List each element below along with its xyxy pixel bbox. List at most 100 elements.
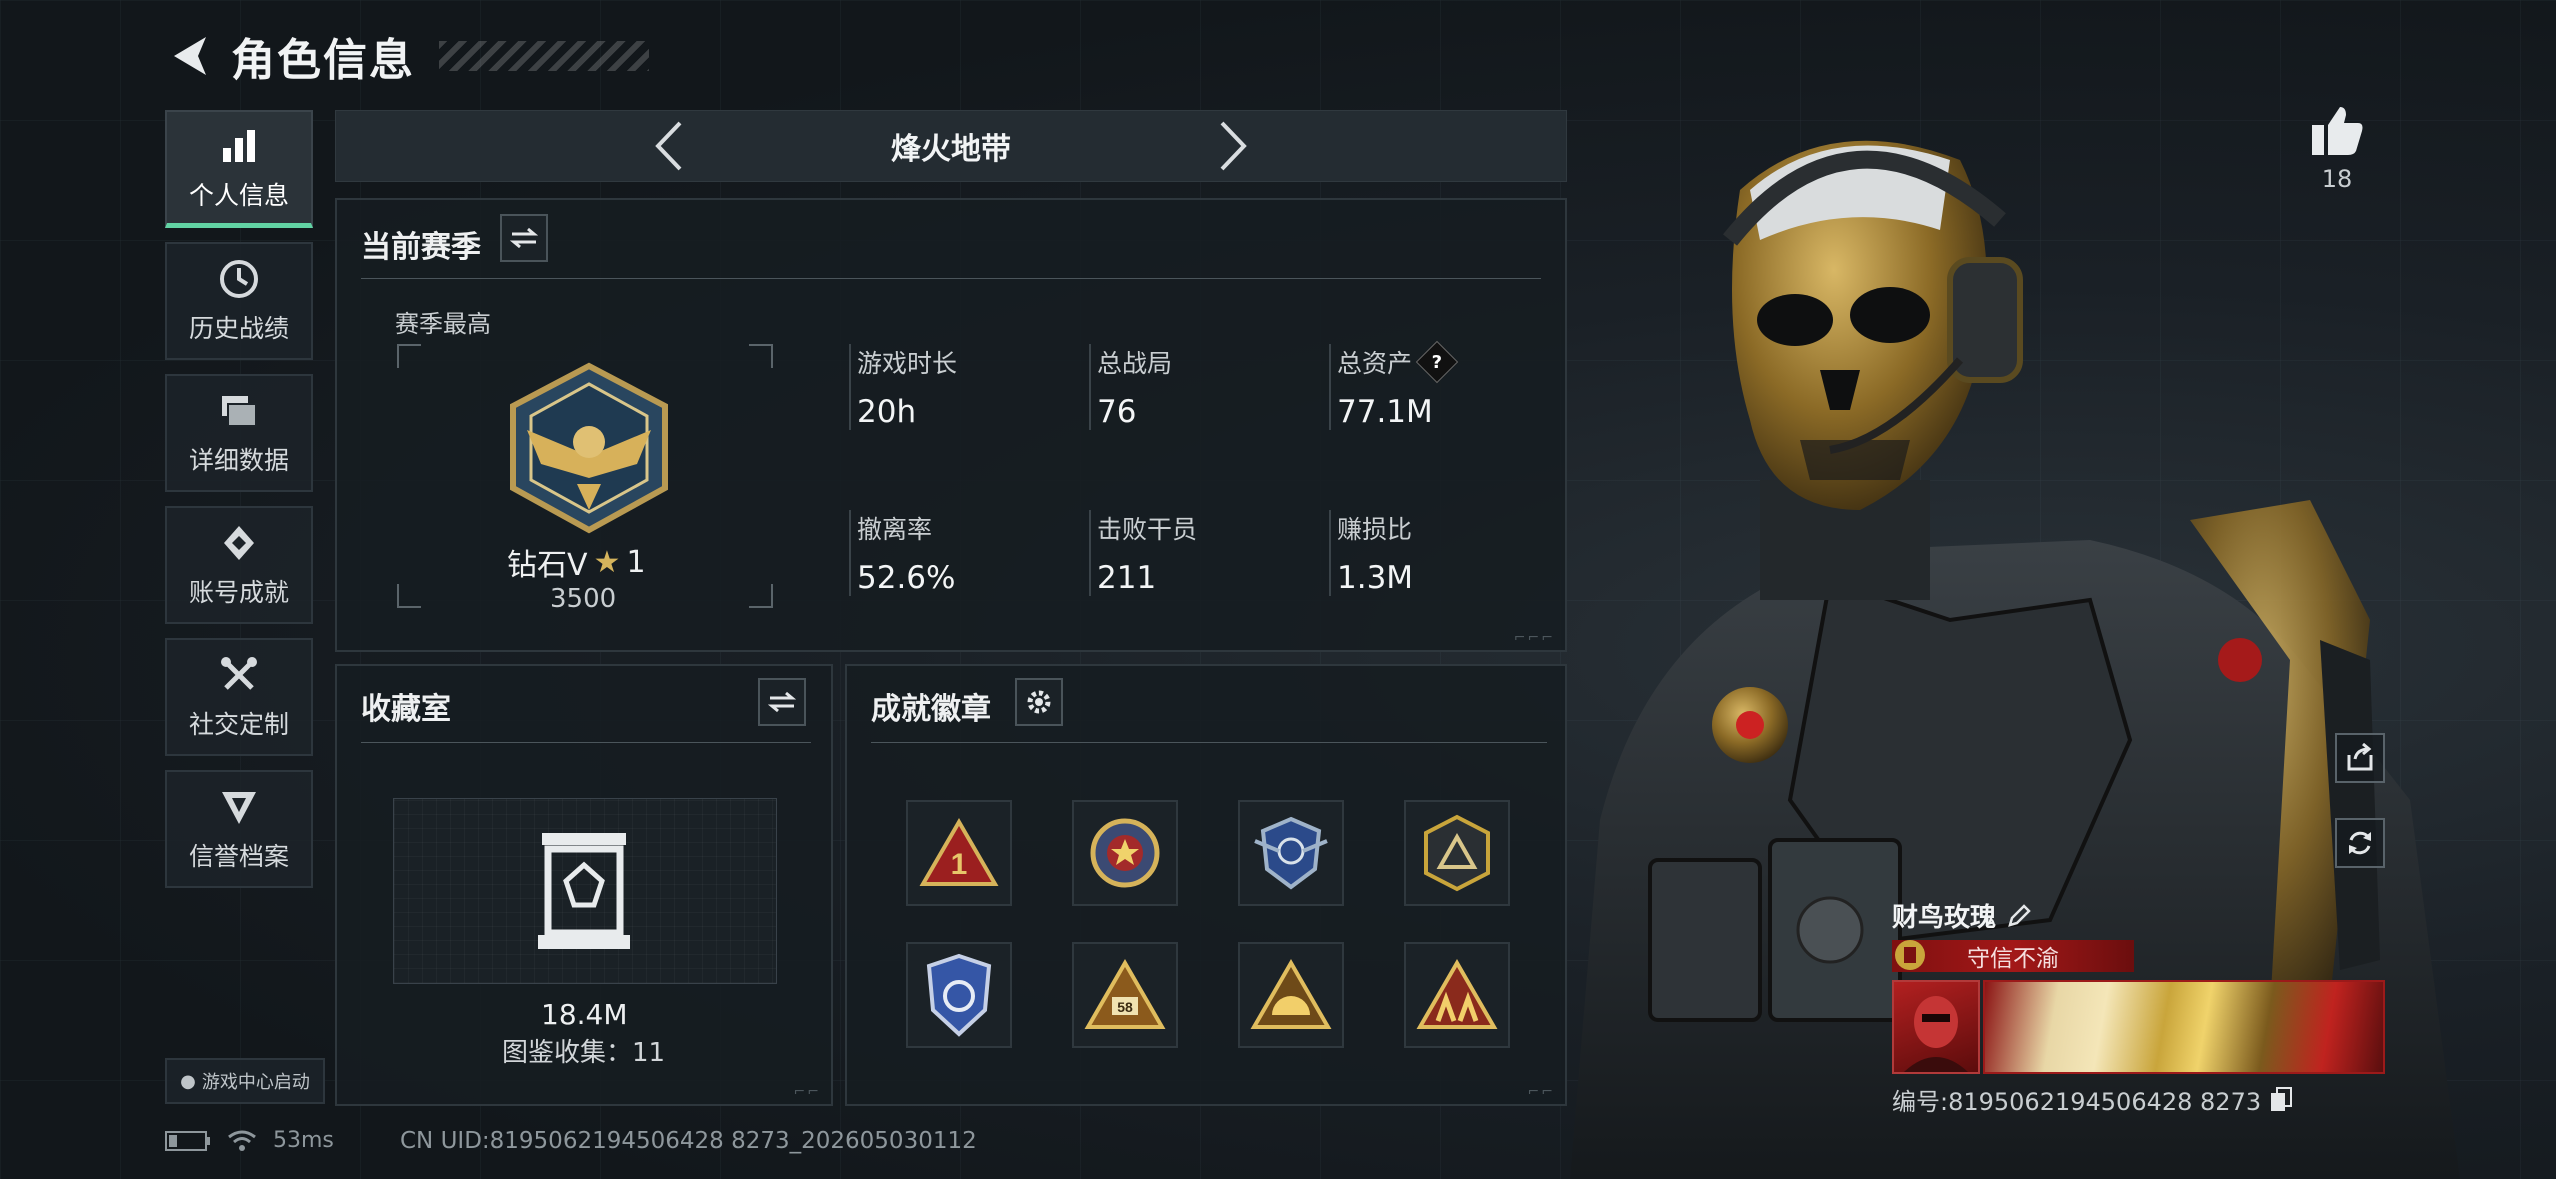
page-header: 角色信息 [165, 24, 649, 88]
qq-icon: ● [180, 1070, 196, 1092]
winged-shield-badge-icon [1254, 816, 1328, 890]
sidebar-item-credit[interactable]: 信誉档案 [165, 770, 313, 888]
stat-profit-ratio: 赚损比 1.3M [1329, 510, 1557, 596]
page-title: 角色信息 [231, 35, 415, 86]
frame-corner [397, 584, 421, 608]
share-button[interactable] [2335, 733, 2385, 783]
sidebar: 个人信息 历史战绩 详细数据 账号成就 社交定制 信誉档案 [165, 110, 315, 902]
player-banner-card[interactable] [1983, 980, 2385, 1074]
rank-name: 钻石V ★ 1 [507, 540, 646, 584]
rank-score: 3500 [550, 584, 617, 614]
chevron-left-icon [655, 121, 682, 171]
sidebar-item-achievements[interactable]: 账号成就 [165, 506, 313, 624]
badge-slot[interactable] [1238, 942, 1344, 1048]
stat-label: 总资产 [1337, 349, 1413, 378]
badge-level-label: 58 [1117, 999, 1133, 1015]
badge-slot[interactable]: 1 [906, 800, 1012, 906]
thumbs-up-icon [2312, 107, 2363, 155]
star-medal-badge-icon [1090, 818, 1160, 888]
like-button[interactable]: 18 [2310, 105, 2364, 193]
blue-shield-badge-icon [926, 953, 992, 1037]
player-id-row: 编号:8195062194506428 8273 [1892, 1082, 2293, 1117]
corner-decoration: ⌐⌐ [793, 1084, 821, 1100]
stat-value: 20h [857, 394, 917, 430]
wifi-icon [228, 1130, 256, 1151]
sidebar-item-label: 详细数据 [188, 446, 289, 475]
like-count: 18 [2321, 165, 2353, 193]
season-panel-title: 当前赛季 [361, 230, 481, 265]
stat-value: 76 [1097, 394, 1137, 430]
avatar[interactable] [1892, 980, 1980, 1074]
next-map-button[interactable] [1211, 116, 1255, 176]
sidebar-item-history[interactable]: 历史战绩 [165, 242, 313, 360]
switch-icon [510, 227, 538, 249]
title-emblem-icon [1895, 940, 1925, 970]
achievements-settings-button[interactable] [1015, 678, 1063, 726]
rank-stars: 1 [626, 544, 646, 580]
stat-value: 1.3M [1337, 560, 1414, 596]
team-triangle-badge-icon [1416, 959, 1498, 1029]
badge-slot[interactable] [1404, 800, 1510, 906]
triangle-badge-icon [1424, 814, 1490, 892]
sidebar-item-details[interactable]: 详细数据 [165, 374, 313, 492]
display-case-icon [538, 833, 630, 949]
player-title-ribbon: 守信不渝 [1892, 940, 2134, 972]
badge-slot[interactable] [1072, 800, 1178, 906]
sidebar-item-label: 历史战绩 [188, 314, 289, 343]
collection-showcase[interactable] [393, 798, 777, 984]
frame-corner [397, 344, 421, 368]
switch-season-button[interactable] [500, 214, 548, 262]
credit-icon [217, 785, 261, 829]
status-bar: 53ms [165, 1128, 334, 1153]
share-icon [2347, 743, 2373, 771]
tools-icon [217, 653, 261, 697]
star-icon: ★ [593, 544, 621, 580]
ping-value: 53ms [273, 1128, 334, 1153]
map-selector: 烽火地带 [335, 110, 1567, 182]
season-best-label: 赛季最高 [395, 310, 491, 338]
gear-icon [1027, 690, 1051, 714]
rank-label: 钻石V [507, 548, 588, 583]
divider [361, 278, 1541, 279]
back-button[interactable] [165, 30, 213, 82]
stat-extract-rate: 撤离率 52.6% [849, 510, 1077, 596]
stat-label: 赚损比 [1337, 515, 1413, 544]
sidebar-item-label: 个人信息 [188, 180, 289, 210]
sidebar-item-personal-info[interactable]: 个人信息 [165, 110, 313, 228]
stat-label-row: 总资产 ? [1337, 340, 1557, 384]
help-icon: ? [1431, 351, 1443, 373]
copy-icon[interactable] [2269, 1086, 2293, 1113]
bar-chart-icon [217, 124, 261, 168]
badge-slot[interactable] [1238, 800, 1344, 906]
game-center-label: 游戏中心启动 [201, 1072, 310, 1093]
sidebar-item-social[interactable]: 社交定制 [165, 638, 313, 756]
prev-map-button[interactable] [647, 116, 691, 176]
refresh-icon [2349, 831, 2371, 855]
chevron-right-icon [1220, 121, 1247, 171]
title-decoration [439, 41, 649, 71]
player-id: 编号:8195062194506428 8273 [1892, 1088, 2262, 1116]
badge-slot[interactable] [1404, 942, 1510, 1048]
player-name: 财鸟玫瑰 [1892, 903, 1997, 933]
badge-slot[interactable]: 58 [1072, 942, 1178, 1048]
collection-value: 18.4M [541, 998, 628, 1031]
history-icon [217, 257, 261, 301]
map-name: 烽火地带 [891, 132, 1011, 167]
battery-icon [165, 1130, 210, 1151]
stat-label: 撤离率 [857, 515, 933, 544]
stat-value: 52.6% [857, 560, 956, 596]
back-arrow-icon [174, 37, 206, 75]
game-center-launch-button[interactable]: ● 游戏中心启动 [165, 1058, 325, 1104]
avatar-portrait-icon [1904, 996, 1968, 1072]
switch-collection-button[interactable] [758, 678, 806, 726]
sidebar-item-label: 账号成就 [188, 578, 289, 607]
edit-pencil-icon[interactable] [2006, 903, 2032, 929]
achievement-icon [217, 521, 261, 565]
collection-title: 收藏室 [361, 692, 451, 727]
sidebar-item-label: 信誉档案 [188, 842, 289, 871]
refresh-button[interactable] [2335, 818, 2385, 868]
stat-label: 总战局 [1097, 349, 1173, 378]
rank-1-badge-icon: 1 [919, 818, 999, 886]
help-button[interactable]: ? [1415, 340, 1459, 384]
badge-slot[interactable] [906, 942, 1012, 1048]
